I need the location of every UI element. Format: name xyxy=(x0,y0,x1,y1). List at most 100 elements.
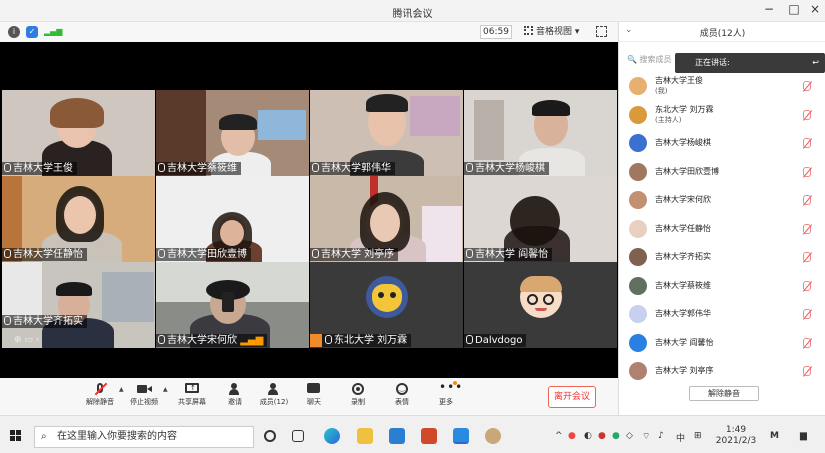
avatar xyxy=(629,276,647,295)
tile-controls[interactable]: ⊕ ▭ ‹ xyxy=(14,335,39,345)
app-tray-icon[interactable]: M xyxy=(770,431,779,441)
camera-icon xyxy=(137,383,152,395)
video-tile[interactable]: 吉林大学任静怡 xyxy=(2,176,155,262)
video-tile[interactable]: 吉林大学郭伟华 xyxy=(310,90,463,176)
mic-muted-icon[interactable] xyxy=(803,109,811,120)
invite-button[interactable]: 邀请 xyxy=(215,383,255,407)
minimize-icon[interactable]: − xyxy=(760,2,778,16)
mic-muted-icon[interactable] xyxy=(803,252,811,262)
meeting-app: 腾讯会议 − □ × i ✓ ▂▄▆ 06:59 音格视图 ▾ 吉林大学王俊 吉… xyxy=(0,0,825,415)
members-header: ⌄ 成员(12人) xyxy=(619,22,825,42)
fullscreen-icon[interactable] xyxy=(596,26,607,37)
avatar xyxy=(520,276,562,318)
video-tile[interactable]: 吉林大学宋何欣 ▂▄▆ xyxy=(156,262,309,348)
maximize-icon[interactable]: □ xyxy=(785,2,803,16)
video-tile[interactable]: Dalvdogo xyxy=(464,262,617,348)
more-button[interactable]: ••• 更多 xyxy=(426,380,466,407)
members-panel: ⌄ 成员(12人) 🔍 搜索成员 正在讲话: ↩ 吉林大学王俊 (我) 东北大学 刘万… xyxy=(618,22,825,415)
tile-name: 吉林大学田欣壹博 xyxy=(156,248,251,261)
windows-start-icon[interactable] xyxy=(10,430,22,442)
share-screen-button[interactable]: ↑ 共享屏幕 xyxy=(172,383,212,407)
video-tile[interactable]: 吉林大学王俊 xyxy=(2,90,155,176)
video-button[interactable]: 停止视频 xyxy=(124,383,164,407)
member-row[interactable]: 吉林大学齐拓实 xyxy=(627,247,822,267)
leave-meeting-button[interactable]: 离开会议 xyxy=(548,386,596,408)
mic-muted-icon[interactable] xyxy=(803,280,811,291)
member-row[interactable]: 吉林大学任静怡 xyxy=(627,219,822,239)
task-view-icon[interactable] xyxy=(292,430,304,442)
tile-name: 吉林大学王俊 xyxy=(2,162,77,175)
video-tile[interactable]: 吉林大学田欣壹博 xyxy=(156,176,309,262)
mic-muted-icon[interactable] xyxy=(803,309,811,319)
audio-options-caret[interactable]: ▲ xyxy=(119,386,124,393)
reactions-button[interactable]: ‿ 表情 xyxy=(382,383,422,407)
member-row[interactable]: 吉林大学杨峻棋 xyxy=(627,133,822,153)
video-tile[interactable]: 吉林大学 刘亭序 xyxy=(310,176,463,262)
app-icon[interactable] xyxy=(485,428,501,444)
video-tile[interactable]: 吉林大学蔡筱维 xyxy=(156,90,309,176)
member-row[interactable]: 吉林大学田欣壹博 xyxy=(627,162,822,182)
wifi-icon[interactable]: ⌔ xyxy=(642,431,650,442)
tray-app-icon[interactable]: ◐ xyxy=(584,431,592,441)
record-icon xyxy=(351,383,365,395)
tray-app-icon[interactable]: ● xyxy=(598,431,606,441)
member-row[interactable]: 吉林大学 刘亭序 xyxy=(627,361,822,381)
chat-button[interactable]: 聊天 xyxy=(294,383,334,407)
shield-icon[interactable]: ✓ xyxy=(26,26,38,38)
member-name: 吉林大学齐拓实 xyxy=(655,252,711,261)
mute-all-button[interactable]: 解除静音 xyxy=(689,386,759,401)
back-icon[interactable]: ↩ xyxy=(812,53,819,73)
cortana-icon[interactable] xyxy=(264,430,276,442)
video-options-caret[interactable]: ▲ xyxy=(163,386,168,393)
record-button[interactable]: 录制 xyxy=(338,383,378,407)
mic-muted-icon[interactable] xyxy=(803,195,811,205)
notifications-icon[interactable]: ▆ xyxy=(800,431,807,441)
ime-indicator[interactable]: 中 xyxy=(676,431,685,444)
tray-app-icon[interactable]: ● xyxy=(568,431,576,441)
edge-icon[interactable] xyxy=(324,428,340,444)
tray-up-icon[interactable]: ^ xyxy=(555,431,563,441)
member-row[interactable]: 东北大学 刘万霖 (主持人) xyxy=(627,105,822,125)
video-tile[interactable]: 吉林大学齐拓实 ⊕ ▭ ‹ xyxy=(2,262,155,348)
view-switch-button[interactable]: 音格视图 ▾ xyxy=(524,25,586,39)
video-tile[interactable]: 东北大学 刘万霖 xyxy=(310,262,463,348)
tencent-meeting-icon[interactable] xyxy=(453,428,469,444)
mic-muted-icon[interactable] xyxy=(803,366,811,376)
mic-muted-icon[interactable] xyxy=(803,223,811,234)
signal-icon[interactable]: ▂▄▆ xyxy=(44,26,62,38)
mic-icon xyxy=(4,163,11,172)
tray-app-icon[interactable]: ● xyxy=(612,431,620,441)
folder-icon[interactable] xyxy=(357,428,373,444)
member-row[interactable]: 吉林大学蔡筱维 xyxy=(627,276,822,296)
volume-icon[interactable]: ♪ xyxy=(658,431,664,441)
member-search-input[interactable]: 🔍 搜索成员 xyxy=(627,52,682,68)
close-icon[interactable]: × xyxy=(806,2,824,16)
tray-app-icon[interactable]: ◇ xyxy=(626,431,633,441)
member-row[interactable]: 吉林大学王俊 (我) xyxy=(627,76,822,96)
mic-muted-icon[interactable] xyxy=(803,138,811,148)
member-name: 吉林大学王俊 xyxy=(655,76,703,85)
taskbar-search-input[interactable]: ⌕ 在这里输入你要搜索的内容 xyxy=(34,426,254,448)
video-grid: 吉林大学王俊 吉林大学蔡筱维 吉林大学郭伟华 吉林大学杨峻棋 吉林大学任静怡 吉… xyxy=(0,42,618,378)
share-screen-icon: ↑ xyxy=(185,383,199,395)
info-icon[interactable]: i xyxy=(8,26,20,38)
video-tile[interactable]: 吉林大学杨峻棋 xyxy=(464,90,617,176)
grid-icon[interactable]: ⊞ xyxy=(694,431,702,441)
video-tile[interactable]: 吉林大学 阎馨怡 xyxy=(464,176,617,262)
member-row[interactable]: 吉林大学 阎馨怡 xyxy=(627,333,822,353)
more-icon: ••• xyxy=(439,380,464,394)
member-row[interactable]: 吉林大学郭伟华 xyxy=(627,304,822,324)
mail-icon[interactable] xyxy=(389,428,405,444)
unmute-button[interactable]: 解除静音 xyxy=(80,382,120,407)
mic-muted-icon[interactable] xyxy=(803,337,811,348)
member-row[interactable]: 吉林大学宋何欣 xyxy=(627,190,822,210)
powerpoint-icon[interactable] xyxy=(421,428,437,444)
mic-muted-icon[interactable] xyxy=(803,81,811,91)
mic-icon xyxy=(466,335,473,344)
mic-icon xyxy=(158,163,165,172)
mic-icon xyxy=(325,335,332,344)
taskbar-clock[interactable]: 1:49 2021/2/3 xyxy=(712,425,760,447)
members-button[interactable]: 成员(12) xyxy=(254,383,294,407)
mic-muted-icon[interactable] xyxy=(803,166,811,177)
mic-icon xyxy=(312,249,319,258)
